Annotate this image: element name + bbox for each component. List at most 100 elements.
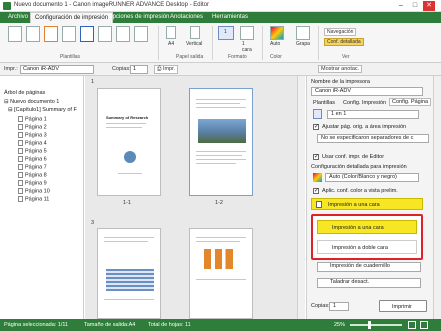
page-icon	[18, 172, 23, 178]
tree-item-page[interactable]: Página 9	[18, 180, 47, 186]
template-button-6[interactable]	[98, 26, 112, 42]
fit-checkbox[interactable]: ✓	[313, 124, 319, 130]
close-icon[interactable]: ✕	[423, 1, 435, 11]
page-icon	[18, 140, 23, 146]
print-sides-select[interactable]: Impresión a una cara	[311, 198, 423, 210]
tree-item-document[interactable]: ⊟ Nuevo documento 1	[4, 99, 59, 105]
printer-select[interactable]: Canon iR-ADV	[20, 65, 94, 74]
page-thumbnail-3[interactable]	[97, 228, 161, 319]
vertical-scrollbar[interactable]	[433, 76, 441, 319]
page-label: 1-2	[215, 200, 223, 206]
page-thumbnail-1[interactable]: Summary of Research	[97, 88, 161, 196]
color-button[interactable]	[270, 26, 284, 40]
nup-icon	[313, 109, 322, 119]
status-bar: Página seleccionada: 1/11 Tamaño de sali…	[0, 319, 441, 331]
navigation-toggle[interactable]: Navegación	[324, 28, 357, 36]
tree-item-page[interactable]: Página 2	[18, 124, 47, 130]
tree-item-page[interactable]: Página 1	[18, 116, 47, 122]
vertical-scrollbar[interactable]	[297, 76, 305, 319]
tree-item-page[interactable]: Página 5	[18, 148, 47, 154]
group-label-papel-salida: Papel salida	[176, 54, 204, 60]
tab-opciones-impresion[interactable]: Opciones de impresión	[104, 12, 173, 23]
sides-button[interactable]	[240, 26, 254, 40]
tab-plantillas[interactable]: Plantillas	[313, 100, 335, 106]
apply-color-checkbox[interactable]: ✓	[313, 188, 319, 194]
tree-item-chapter[interactable]: ⊟ [Capítulo1] Summary of F	[8, 107, 77, 113]
page-icon	[18, 116, 23, 122]
use-conf-checkbox[interactable]: ✓	[313, 154, 319, 160]
print-toolbar-button[interactable]: ⎙ Impr.	[154, 65, 179, 74]
printer-name-select[interactable]: Canon iR-ADV	[311, 87, 423, 96]
template-button-8[interactable]	[134, 26, 148, 42]
separator-select[interactable]: No se especificaron separadores de c	[317, 134, 429, 143]
tree-item-page[interactable]: Página 3	[18, 132, 47, 138]
zoom-slider-thumb[interactable]	[368, 321, 371, 329]
tree-item-page[interactable]: Página 11	[18, 196, 49, 202]
zoom-slider[interactable]	[350, 324, 402, 326]
template-button-2[interactable]	[26, 26, 40, 42]
text-line	[196, 237, 246, 238]
group-separator	[212, 26, 213, 60]
print-button[interactable]: Imprimir	[379, 300, 427, 312]
page-tree-title: Árbol de páginas	[4, 90, 46, 96]
page-tree-panel: Árbol de páginas ⊟ Nuevo documento 1 ⊟ […	[0, 76, 84, 319]
tab-configuracion-impresion[interactable]: Configuración de impresión	[30, 12, 114, 23]
text-line	[106, 123, 146, 124]
hole-punch-option[interactable]: Taladrar desact.	[317, 278, 421, 288]
tree-item-page[interactable]: Página 7	[18, 164, 47, 170]
page-thumbnail-4[interactable]	[189, 228, 253, 319]
copies-panel-input[interactable]: 1	[329, 302, 349, 311]
text-line	[104, 241, 148, 242]
text-line	[104, 299, 154, 300]
tree-item-page[interactable]: Página 4	[18, 140, 47, 146]
tab-anotaciones[interactable]: Anotaciones	[166, 12, 207, 23]
nup-select[interactable]: 1 en 1	[327, 110, 419, 119]
option-two-sided[interactable]: Impresión a doble cara	[317, 240, 417, 254]
orientation-label: Vertical	[186, 41, 203, 47]
tree-item-page[interactable]: Página 8	[18, 172, 47, 178]
print-button-label: Imprimir	[392, 304, 412, 310]
tree-item-page[interactable]: Página 6	[18, 156, 47, 162]
page-title-text: Summary of Research	[106, 115, 149, 120]
window-title: Nuevo documento 1 - Canon imageRUNNER AD…	[14, 2, 209, 8]
fit-width-icon[interactable]	[420, 321, 428, 329]
ribbon-tabs: Archivo Configuración de impresión Opcio…	[0, 12, 441, 23]
orientation-icon[interactable]	[190, 26, 200, 39]
tree-item-page[interactable]: Página 10	[18, 188, 50, 194]
tab-archivo[interactable]: Archivo	[4, 12, 32, 23]
text-line	[104, 237, 154, 238]
minimize-icon[interactable]: –	[395, 1, 407, 11]
color-mode-select[interactable]: Auto (Color/Blanco y negro)	[325, 173, 419, 182]
template-button-3[interactable]	[44, 26, 58, 42]
tab-config-pagina[interactable]: Config. Página	[389, 98, 432, 106]
color-mode-label: Auto	[270, 41, 281, 47]
booklet-option[interactable]: Impresión de cuadernillo	[317, 262, 421, 272]
text-line	[196, 159, 246, 160]
page-table-image	[106, 269, 154, 291]
text-line	[196, 103, 240, 104]
maximize-icon[interactable]: □	[409, 1, 421, 11]
fit-page-icon[interactable]	[408, 321, 416, 329]
text-line	[196, 155, 242, 156]
sides-label: 1 cara	[242, 41, 252, 53]
copies-ribbon-value: 1	[224, 29, 227, 35]
group-label-formato: Formato	[228, 54, 247, 60]
template-button-1[interactable]	[8, 26, 22, 42]
copies-input[interactable]: 1	[130, 65, 148, 74]
option-one-sided[interactable]: Impresión a una cara	[317, 220, 417, 234]
tab-config-impresion[interactable]: Config. Impresión	[343, 100, 386, 106]
print-sides-dropdown-list: Impresión a una cara Impresión a doble c…	[311, 214, 423, 260]
template-button-7[interactable]	[116, 26, 130, 42]
paper-size-icon[interactable]	[166, 26, 176, 39]
page-thumbnail-2[interactable]	[189, 88, 253, 196]
template-button-4[interactable]	[62, 26, 76, 42]
page-logo-image	[124, 151, 136, 163]
printer-name-label: Nombre de la impresora	[311, 79, 370, 85]
template-button-5[interactable]	[80, 26, 94, 42]
staple-button[interactable]	[296, 26, 310, 40]
tab-herramientas[interactable]: Herramientas	[208, 12, 252, 23]
detail-settings-toggle[interactable]: Conf. detallada	[324, 38, 364, 46]
printer-label: Impr.:	[4, 66, 18, 72]
show-annotations-button[interactable]: Mostrar anotac.	[318, 65, 363, 73]
text-line	[196, 279, 246, 280]
